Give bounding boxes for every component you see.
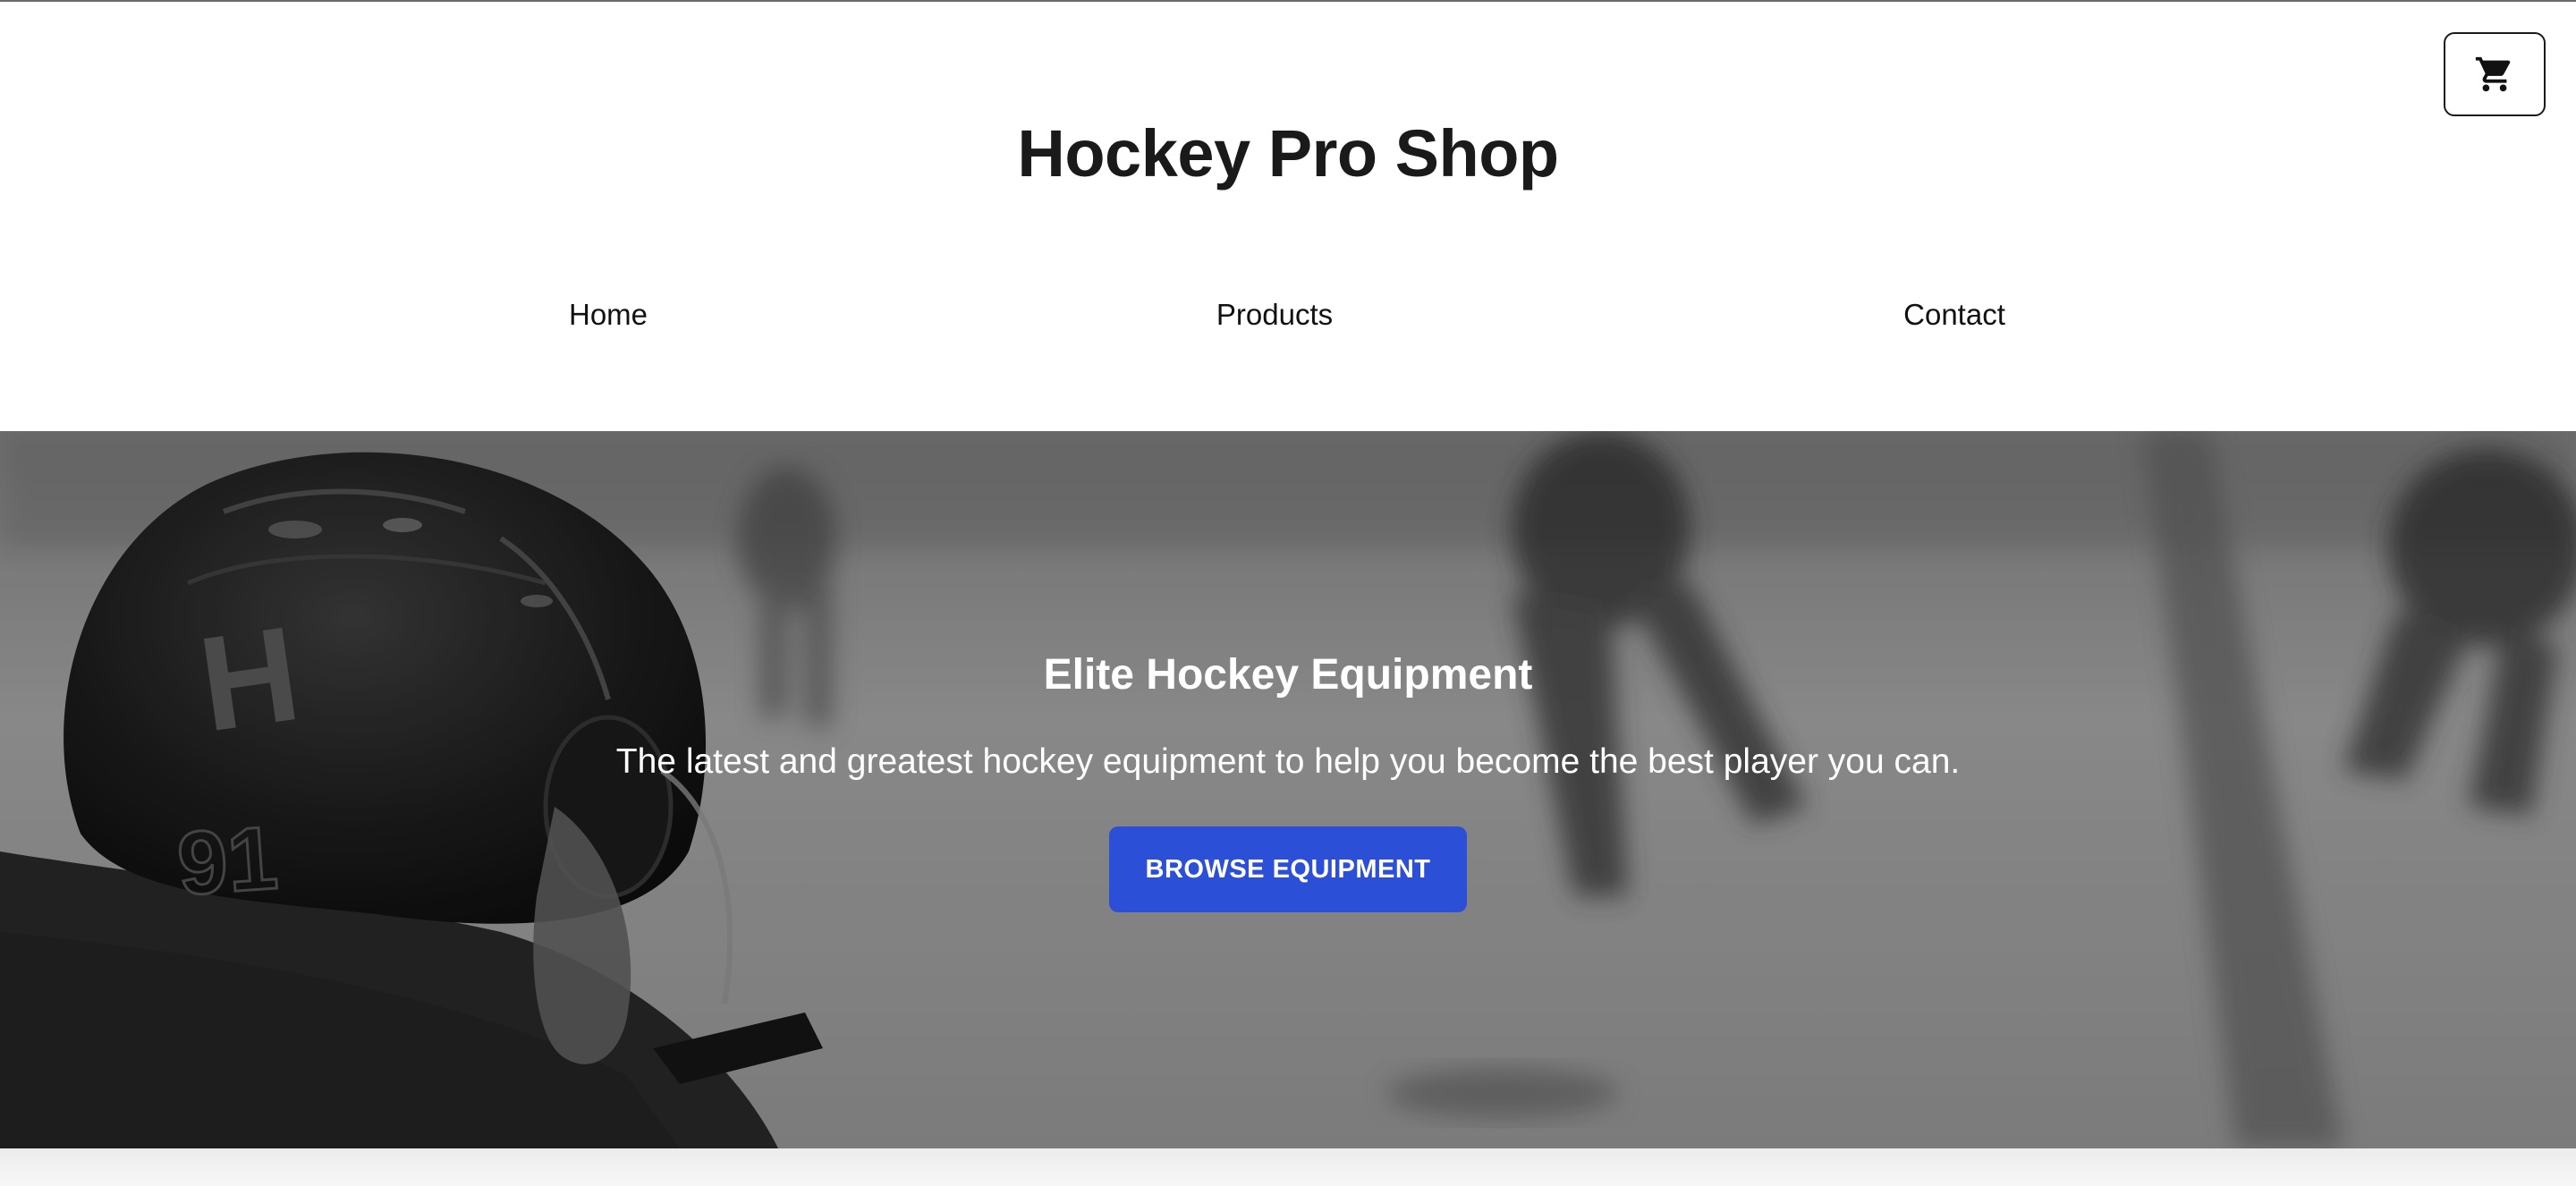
browse-equipment-button[interactable]: BROWSE EQUIPMENT [1109,826,1467,912]
hero-content: Elite Hockey Equipment The latest and gr… [0,431,2576,1148]
hero-heading: Elite Hockey Equipment [1043,651,1533,699]
site-title: Hockey Pro Shop [1017,116,1559,191]
site-header: Hockey Pro Shop Home Products Contact [0,2,2576,431]
hero-subtitle: The latest and greatest hockey equipment… [615,742,1961,781]
cart-button[interactable] [2444,32,2546,116]
nav-link-home[interactable]: Home [569,288,648,342]
main-nav: Home Products Contact [0,288,2576,342]
bottom-section-edge [0,1148,2576,1186]
nav-link-contact[interactable]: Contact [1903,288,2005,342]
shopping-cart-icon [2475,56,2511,92]
nav-link-products[interactable]: Products [1216,288,1333,342]
page: Hockey Pro Shop Home Products Contact H … [0,0,2576,1186]
hero-banner: H 91 Elite Hockey Equipment The latest a… [0,431,2576,1148]
